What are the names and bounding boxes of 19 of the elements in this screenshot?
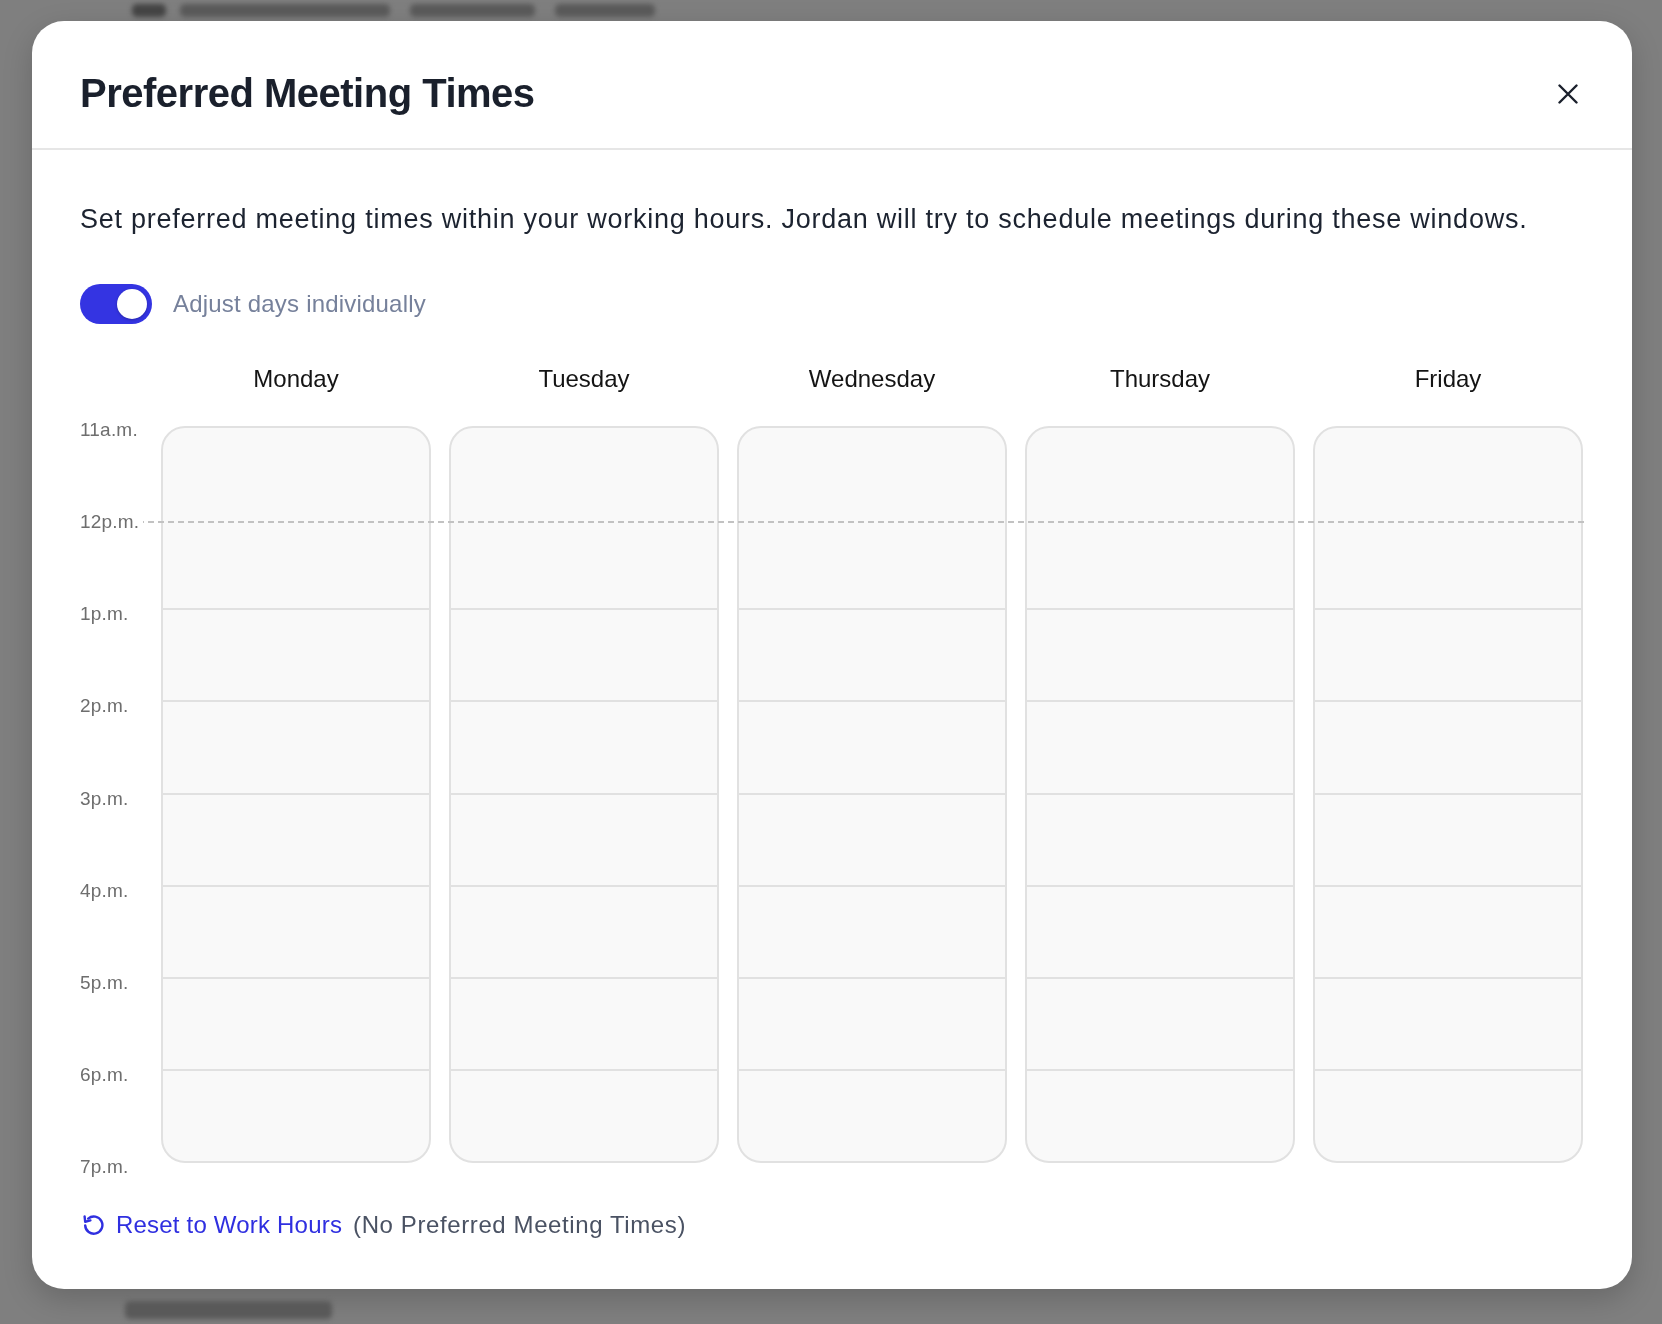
toggle-label: Adjust days individually: [173, 289, 426, 319]
day-column[interactable]: [161, 426, 431, 1163]
toggle-switch[interactable]: [80, 284, 152, 324]
day-header: Thursday: [1109, 364, 1210, 394]
day-column[interactable]: [449, 426, 719, 1163]
day-column[interactable]: [1313, 426, 1583, 1163]
day-header: Friday: [1414, 364, 1482, 394]
day-header: Wednesday: [808, 364, 936, 394]
day-column[interactable]: [737, 426, 1007, 1163]
description-text: Set preferred meeting times within your working hours. Jordan will try to schedule meetings during these windows.: [80, 203, 1529, 236]
note-text: (No Preferred Meeting Times): [353, 1210, 686, 1240]
dialog-title: Preferred Meeting Times: [80, 70, 535, 117]
day-header: Monday: [253, 364, 339, 394]
day-column[interactable]: [1025, 426, 1295, 1163]
close-icon: [1558, 84, 1578, 104]
day-header: Tuesday: [538, 364, 630, 394]
reset-link[interactable]: Reset to Work Hours: [83, 1210, 343, 1240]
circular-arrow-icon: [83, 1214, 104, 1236]
blurred-text-placeholder: [132, 4, 166, 17]
